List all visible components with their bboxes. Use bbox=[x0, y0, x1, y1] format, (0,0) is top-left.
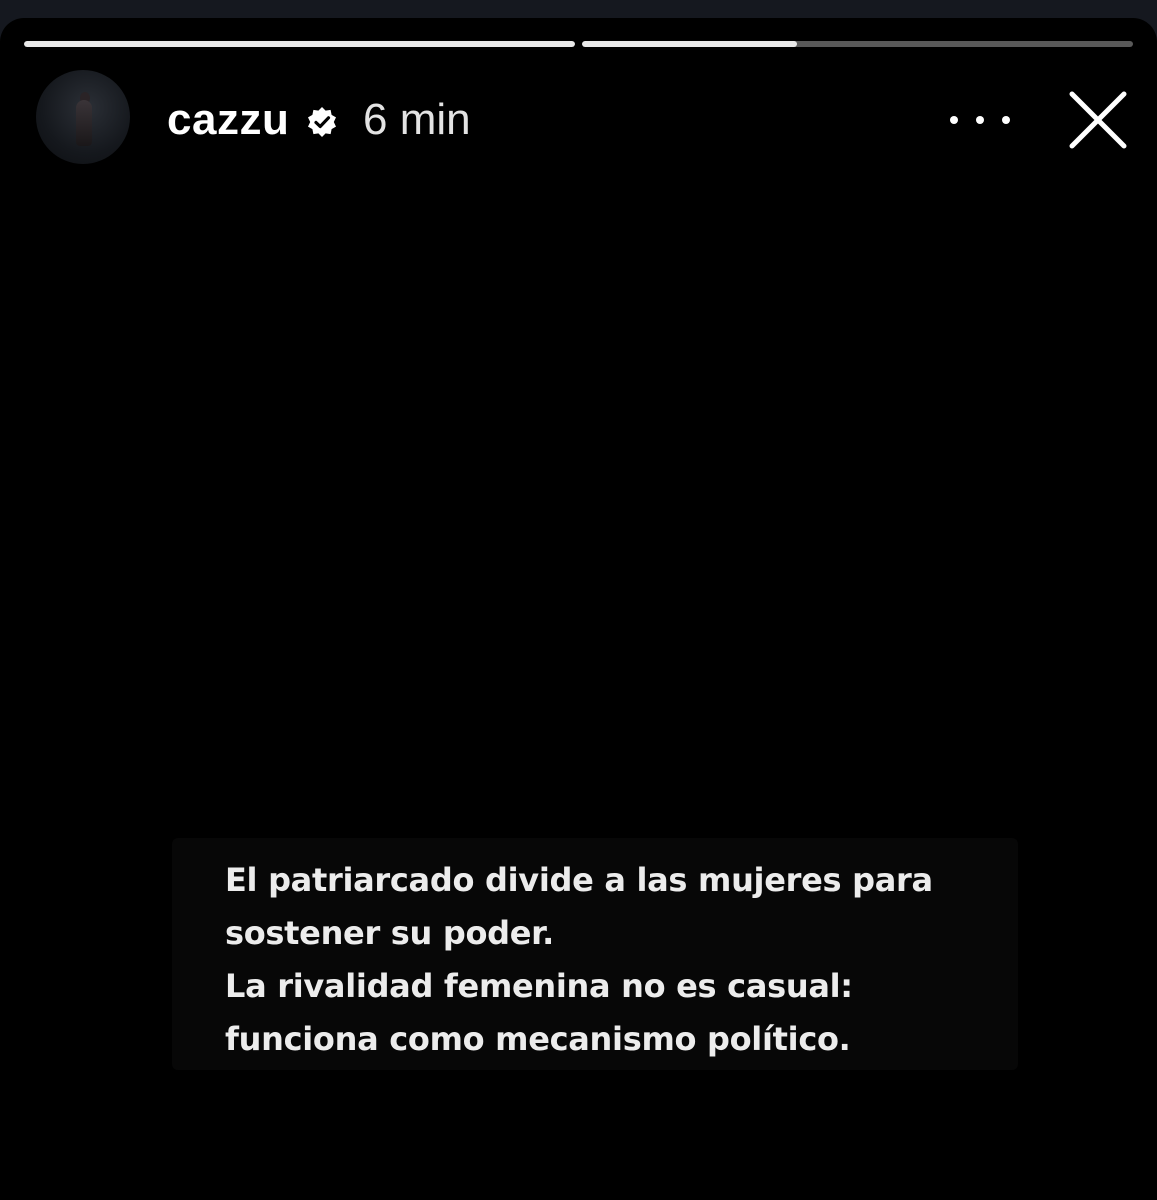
progress-segment-fill bbox=[582, 41, 797, 47]
verified-badge-icon bbox=[308, 107, 336, 137]
progress-segment bbox=[24, 41, 575, 47]
progress-segment-fill bbox=[24, 41, 575, 47]
story-progress-bar bbox=[24, 41, 1133, 47]
caption-line: El patriarcado divide a las mujeres para bbox=[225, 861, 933, 899]
more-options-icon bbox=[1002, 116, 1010, 124]
story-viewer[interactable]: cazzu 6 min El patriarcado divide a las … bbox=[0, 18, 1157, 1200]
avatar-figure bbox=[76, 100, 92, 146]
caption-line: La rivalidad femenina no es casual: bbox=[225, 967, 853, 1005]
story-header: cazzu 6 min bbox=[0, 70, 1157, 166]
more-options-icon bbox=[976, 116, 984, 124]
caption-line: sostener su poder. bbox=[225, 914, 554, 952]
progress-segment bbox=[582, 41, 1133, 47]
close-icon[interactable] bbox=[1064, 86, 1132, 154]
more-options-icon bbox=[950, 116, 958, 124]
caption-line: funciona como mecanismo político. bbox=[225, 1020, 851, 1058]
story-caption: El patriarcado divide a las mujeres para… bbox=[225, 854, 1025, 1066]
more-options-button[interactable] bbox=[950, 110, 1010, 130]
avatar[interactable] bbox=[36, 70, 130, 164]
post-time: 6 min bbox=[363, 95, 471, 144]
username-link[interactable]: cazzu bbox=[167, 94, 289, 146]
